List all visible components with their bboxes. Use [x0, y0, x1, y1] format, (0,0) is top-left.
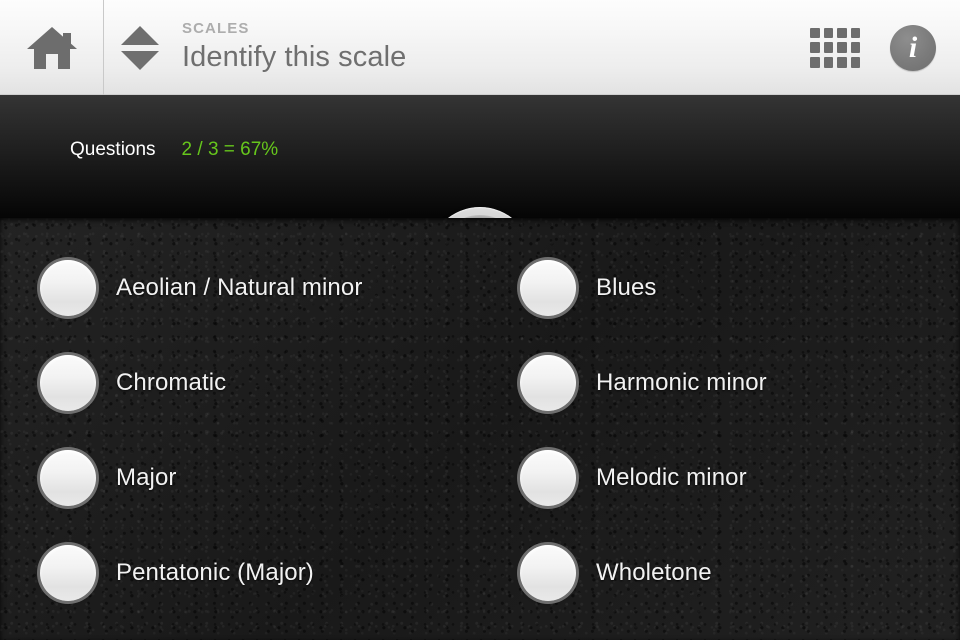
radio-button-icon[interactable] — [40, 354, 96, 411]
radio-button-icon[interactable] — [520, 259, 576, 316]
app-header: SCALES Identify this scale i — [0, 0, 960, 95]
page-title: Identify this scale — [182, 40, 407, 73]
answer-option[interactable]: Harmonic minor — [520, 335, 960, 430]
answer-option-label: Melodic minor — [596, 463, 747, 491]
quiz-toolbar: Questions 2 / 3 = 67% Submit — [0, 95, 960, 311]
answer-option-label: Major — [116, 463, 177, 491]
score-label: Questions — [70, 139, 156, 160]
radio-button-icon[interactable] — [40, 544, 96, 601]
answer-option[interactable]: Aeolian / Natural minor — [40, 240, 480, 335]
radio-button-icon[interactable] — [40, 259, 96, 316]
radio-button-icon[interactable] — [40, 449, 96, 506]
score-display: Questions 2 / 3 = 67% — [70, 139, 278, 161]
answer-option-label: Pentatonic (Major) — [116, 558, 314, 586]
answer-option[interactable]: Melodic minor — [520, 430, 960, 525]
radio-button-icon[interactable] — [520, 544, 576, 601]
answer-option[interactable]: Wholetone — [520, 525, 960, 620]
scale-stepper-button[interactable] — [104, 0, 176, 95]
home-icon — [26, 26, 77, 69]
radio-button-icon[interactable] — [520, 449, 576, 506]
answer-option-label: Aeolian / Natural minor — [116, 273, 363, 301]
answer-option-label: Blues — [596, 273, 657, 301]
grid-menu-icon[interactable] — [810, 27, 860, 68]
answer-option[interactable]: Blues — [520, 240, 960, 335]
up-down-arrows-icon — [121, 25, 159, 70]
home-button[interactable] — [0, 0, 104, 95]
answer-option[interactable]: Pentatonic (Major) — [40, 525, 480, 620]
radio-button-icon[interactable] — [520, 354, 576, 411]
answer-option-label: Chromatic — [116, 368, 227, 396]
answer-option[interactable]: Chromatic — [40, 335, 480, 430]
app-root: SCALES Identify this scale i Questions 2… — [0, 0, 960, 640]
score-value: 2 / 3 = 67% — [181, 139, 279, 160]
header-titles: SCALES Identify this scale — [176, 0, 810, 95]
answer-option-label: Harmonic minor — [596, 368, 767, 396]
answer-option-label: Wholetone — [596, 558, 712, 586]
info-icon[interactable]: i — [890, 24, 936, 71]
answer-area: Aeolian / Natural minor Chromatic Major … — [0, 218, 960, 640]
header-kicker: SCALES — [182, 19, 250, 37]
answer-option[interactable]: Major — [40, 430, 480, 525]
header-actions: i — [810, 0, 960, 95]
answer-options-list: Aeolian / Natural minor Chromatic Major … — [0, 218, 960, 640]
